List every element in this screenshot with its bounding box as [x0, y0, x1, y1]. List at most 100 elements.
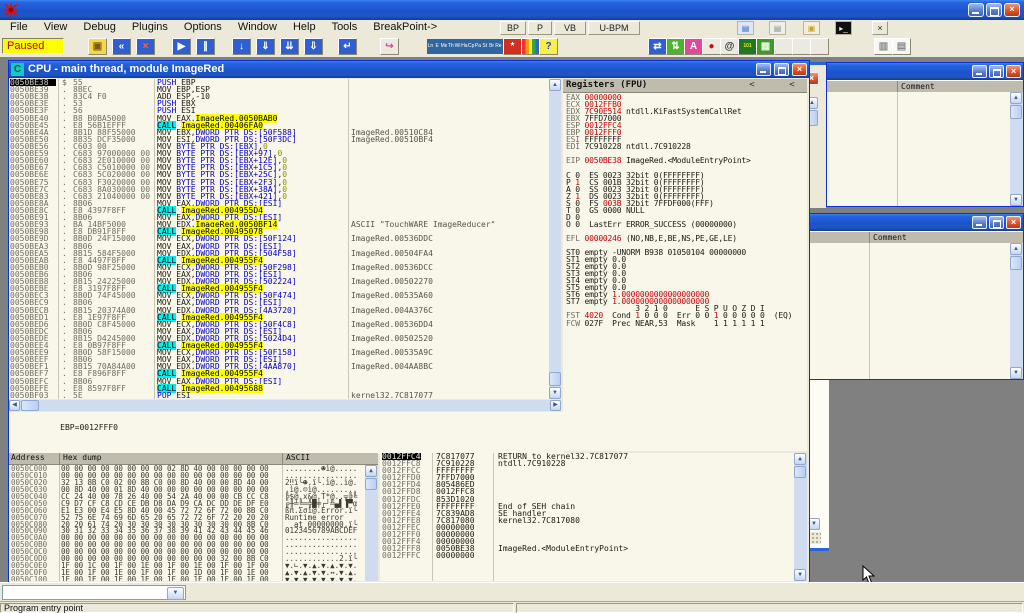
go-to-address-button[interactable]: ↪	[380, 38, 399, 55]
binary-button[interactable]: 101	[738, 38, 757, 55]
log-window-button[interactable]: ▤	[737, 21, 754, 35]
stack-pane[interactable]: 0012FFC47C817077RETURN to kernel32.7C817…	[380, 453, 807, 581]
scrollbar-thumb[interactable]	[365, 478, 377, 490]
close-toolbar-button[interactable]: ×	[872, 21, 888, 35]
close-button[interactable]: ×	[792, 63, 807, 76]
prev-register-view-button[interactable]: <	[741, 79, 763, 91]
main-titlebar[interactable]: ×	[0, 0, 1024, 20]
stack-row[interactable]: 0012FFFC00000000	[380, 552, 807, 559]
scroll-down-button[interactable]: ▼	[549, 387, 561, 399]
step-into-button[interactable]: ↓	[232, 38, 251, 55]
dropdown-button[interactable]: ▼	[167, 587, 184, 600]
scroll-down-button[interactable]: ▼	[794, 569, 806, 581]
maximize-button[interactable]	[989, 216, 1004, 229]
scrollbar-thumb[interactable]	[549, 372, 561, 386]
step-over-button[interactable]: ⇓	[256, 38, 275, 55]
minimize-button[interactable]	[756, 63, 771, 76]
disasm-row[interactable]: 0050BE3E.53PUSH EBX	[9, 100, 549, 107]
scrollbar-thumb[interactable]	[21, 400, 39, 411]
updown-button[interactable]: ⇅	[666, 38, 685, 55]
blank-button[interactable]	[792, 38, 811, 55]
window-body[interactable]: ▲ ▼	[809, 243, 1023, 379]
registers-header[interactable]: Registers (FPU) < <	[563, 79, 807, 93]
command-input[interactable]: ▼	[2, 585, 186, 600]
cpu-window[interactable]: C CPU - main thread, module ImageRed × 0…	[8, 60, 810, 582]
minimize-button[interactable]	[972, 65, 987, 78]
disasm-bytes: 5E	[73, 392, 153, 399]
disasm-row[interactable]: 0050BF03.5EPOP ESIkernel32.7C817077	[9, 392, 549, 399]
maximize-button[interactable]	[989, 65, 1004, 78]
scrollbar-thumb[interactable]	[1010, 256, 1022, 270]
pause-button[interactable]: ∥	[196, 38, 215, 55]
register-line[interactable]: EFL 00000246 (NO,NB,E,BE,NS,PE,GE,LE)	[563, 235, 807, 242]
layout-button[interactable]: ▥	[874, 38, 893, 55]
window-titlebar[interactable]: ×	[827, 63, 1023, 80]
scroll-down-button[interactable]: ▼	[1010, 194, 1022, 206]
scrollbar-thumb[interactable]	[1010, 105, 1022, 119]
console-button[interactable]: ▸_	[835, 21, 852, 35]
memory-button[interactable]: ▦	[756, 38, 775, 55]
disassembly-hscrollbar[interactable]: ◀ ▶	[9, 400, 561, 411]
help-button[interactable]: ?	[539, 38, 558, 55]
scroll-up-button[interactable]: ▲	[549, 79, 561, 91]
minimize-button[interactable]	[972, 216, 987, 229]
run-button[interactable]: ▶	[172, 38, 191, 55]
disasm-row[interactable]: 0050BEFE.E8 8597F8FFCALL ImageRed.004956…	[9, 385, 549, 392]
close-button[interactable]: ×	[1006, 65, 1021, 78]
restore-button[interactable]	[986, 3, 1002, 17]
assemble-button[interactable]: A	[684, 38, 703, 55]
animate-into-button[interactable]: ⇊	[280, 38, 299, 55]
options-button[interactable]: *	[503, 38, 522, 55]
menu-button-p[interactable]: P	[528, 21, 552, 35]
scroll-right-button[interactable]: ▶	[550, 400, 561, 411]
stack-scrollbar[interactable]: ▲ ▼	[794, 453, 807, 581]
info-pane[interactable]: EBP=0012FFF0	[9, 412, 564, 454]
comment-window-top[interactable]: × Comment ▲ ▼	[826, 62, 1024, 207]
menu-button-vb[interactable]: VB	[554, 21, 586, 35]
cpu-titlebar[interactable]: C CPU - main thread, module ImageRed ×	[9, 61, 809, 78]
restart-button[interactable]: «	[112, 38, 131, 55]
scroll-up-button[interactable]: ▲	[1010, 243, 1022, 255]
open-folder-button[interactable]: ▣	[803, 21, 820, 35]
animate-over-button[interactable]: ⇩	[304, 38, 323, 55]
appearance-button[interactable]	[521, 38, 540, 55]
execute-till-return-button[interactable]: ↵	[338, 38, 357, 55]
blank-button[interactable]	[774, 38, 793, 55]
maximize-button[interactable]	[774, 63, 789, 76]
window-body[interactable]: ▲ ▼	[827, 92, 1023, 206]
close-program-button[interactable]: ×	[136, 38, 155, 55]
register-line[interactable]: T 0 GS 0000 NULL	[563, 207, 807, 214]
registers-pane[interactable]: Registers (FPU) < < EAX 00000000ECX 0012…	[563, 79, 807, 451]
close-button[interactable]: ×	[1004, 3, 1020, 17]
comment-window-middle[interactable]: × Comment ▲ ▼	[808, 213, 1024, 380]
menu-button-bp[interactable]: BP	[500, 21, 526, 35]
disassembly-scrollbar[interactable]: ▲ ▼	[549, 79, 561, 399]
open-file-button[interactable]: ▣	[88, 38, 107, 55]
window-titlebar[interactable]: ×	[809, 214, 1023, 231]
layout-button[interactable]: ▤	[892, 38, 911, 55]
scrollbar-thumb[interactable]	[794, 466, 806, 478]
scroll-down-button[interactable]: ▼	[1010, 367, 1022, 379]
register-line[interactable]: EIP 0050BE38 ImageRed.<ModuleEntryPoint>	[563, 157, 807, 164]
blank-button[interactable]	[810, 38, 829, 55]
disasm-row[interactable]: 0050BE3B.83C4 F0ADD ESP,-10	[9, 93, 549, 100]
register-line[interactable]: FCW 027F Prec NEAR,53 Mask 1 1 1 1 1 1	[563, 320, 807, 327]
disassembly-pane[interactable]: 0050BE38$55PUSH EBP0050BE39.8BECMOV EBP,…	[9, 79, 549, 399]
scroll-up-button[interactable]: ▲	[365, 465, 377, 477]
minimize-button[interactable]	[968, 3, 984, 17]
dump-pane[interactable]: Address Hex dump ASCII 0050C00000 00 00 …	[9, 453, 378, 581]
scroll-left-button[interactable]: ◀	[9, 400, 20, 411]
dump-row[interactable]: 0050C1001F 00 1F 00 1F 00 1F 00 1F 00 1F…	[9, 576, 364, 581]
breakpoint-button[interactable]: ●	[702, 38, 721, 55]
close-button[interactable]: ×	[1006, 216, 1021, 229]
register-line[interactable]: O 0 LastErr ERROR_SUCCESS (00000000)	[563, 221, 807, 228]
menu-button-u-bpm[interactable]: U-BPM	[588, 21, 640, 35]
trace-button[interactable]: @	[720, 38, 739, 55]
register-line[interactable]: EDI 7C910228 ntdll.7C910228	[563, 143, 807, 150]
swap-button[interactable]: ⇄	[648, 38, 667, 55]
dump-scrollbar[interactable]: ▲	[365, 465, 378, 581]
notes-button[interactable]: ▤	[769, 21, 786, 35]
scroll-up-button[interactable]: ▲	[1010, 92, 1022, 104]
scroll-up-button[interactable]: ▲	[794, 453, 806, 465]
next-register-view-button[interactable]: <	[781, 79, 803, 91]
